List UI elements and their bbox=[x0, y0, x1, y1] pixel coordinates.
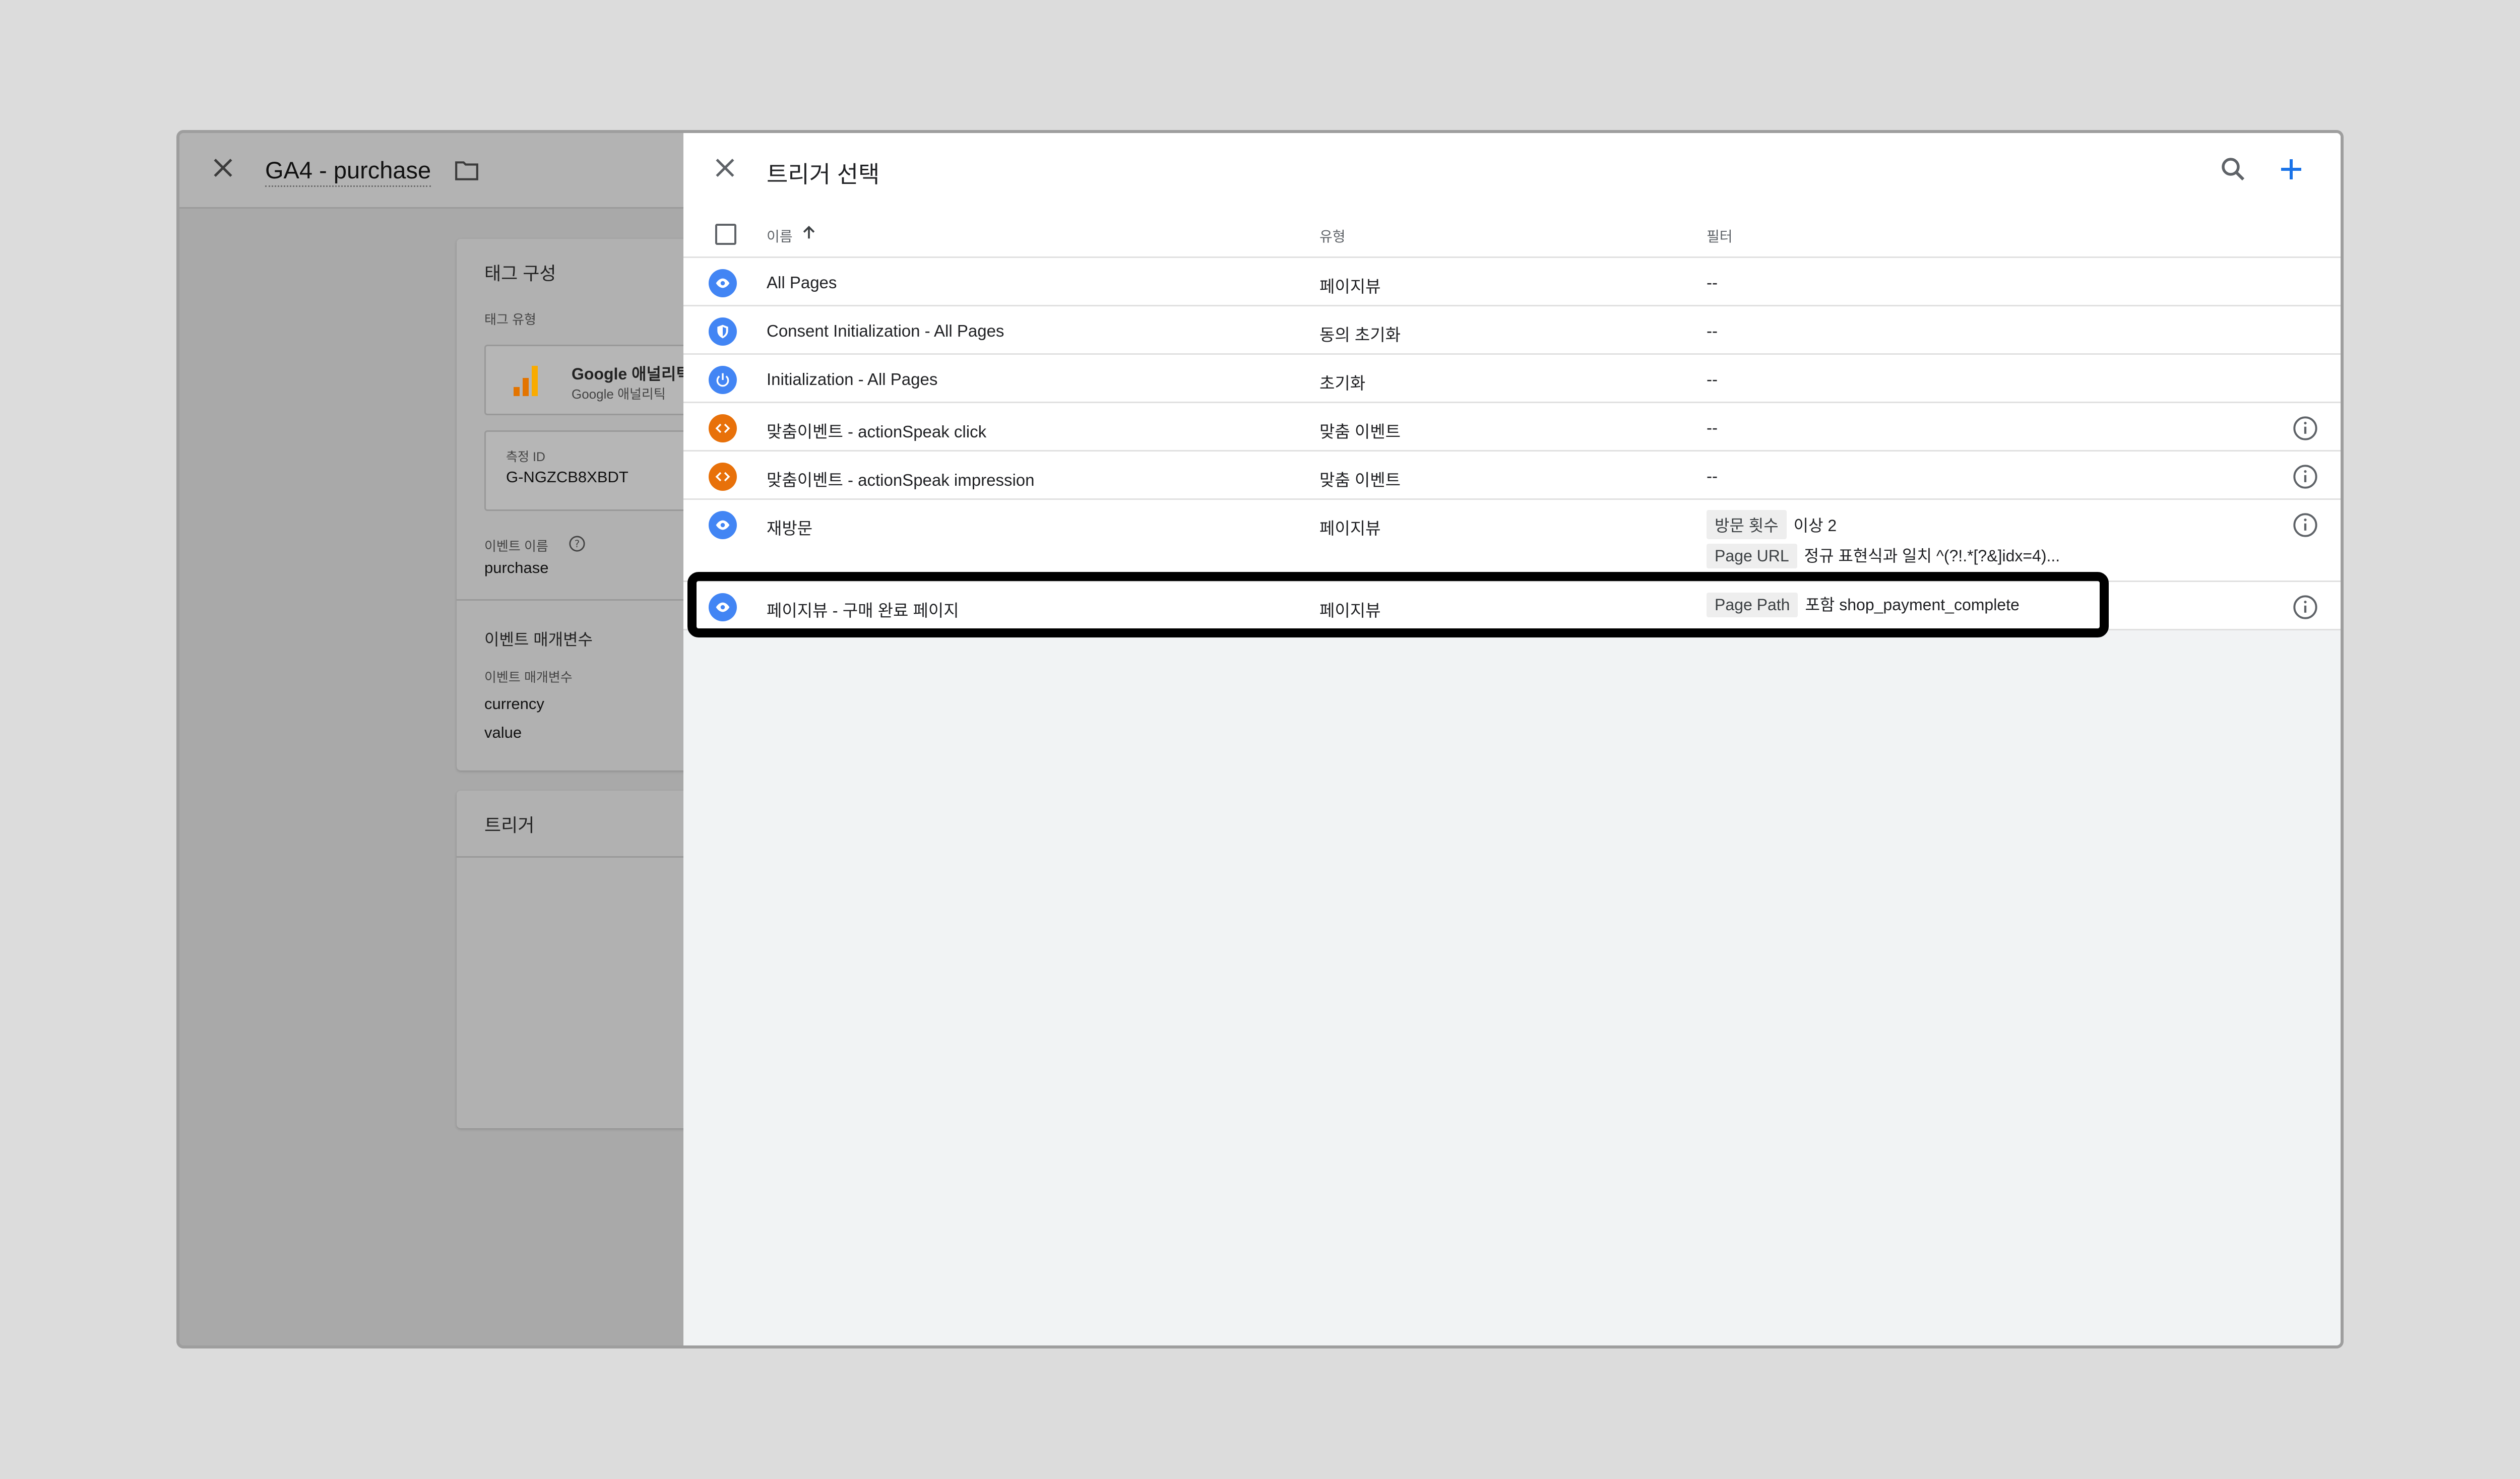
folder-icon[interactable] bbox=[454, 160, 479, 181]
trigger-filter: -- bbox=[1707, 467, 1718, 485]
filter-variable-chip: Page Path bbox=[1707, 593, 1798, 617]
filter-condition-text: 정규 표현식과 일치 ^(?!.*[?&]idx=4)... bbox=[1804, 547, 2060, 565]
code-icon bbox=[709, 463, 737, 491]
table-row[interactable]: All Pages 페이지뷰 -- bbox=[683, 258, 2341, 306]
power-icon bbox=[709, 366, 737, 394]
measurement-id-field[interactable]: 측정 ID G-NGZCB8XBDT bbox=[484, 430, 706, 511]
trigger-name: 재방문 bbox=[767, 519, 813, 538]
trigger-filter-condition: 방문 횟수 이상 2 bbox=[1707, 510, 1837, 539]
event-name-value: purchase bbox=[484, 559, 549, 576]
info-icon[interactable] bbox=[2292, 594, 2318, 620]
svg-text:?: ? bbox=[575, 538, 580, 550]
eye-icon bbox=[709, 511, 737, 539]
table-header: 이름 유형 필터 bbox=[683, 209, 2341, 258]
trigger-name: Initialization - All Pages bbox=[767, 370, 938, 389]
close-panel-icon[interactable] bbox=[713, 155, 738, 180]
divider bbox=[457, 856, 694, 858]
trigger-name: 맞춤이벤트 - actionSpeak impression bbox=[767, 471, 1035, 489]
trigger-filter: -- bbox=[1707, 273, 1718, 292]
arrow-up-icon[interactable] bbox=[800, 224, 817, 242]
table-row[interactable]: 페이지뷰 - 구매 완료 페이지 페이지뷰 Page Path 포함 shop_p… bbox=[683, 582, 2341, 630]
trigger-filter-condition: Page Path 포함 shop_payment_complete bbox=[1707, 592, 2020, 617]
filter-condition-text: 포함 shop_payment_complete bbox=[1805, 596, 2020, 614]
info-icon[interactable] bbox=[2292, 464, 2318, 490]
measurement-id-value: G-NGZCB8XBDT bbox=[506, 468, 628, 486]
trigger-type: 페이지뷰 bbox=[1319, 277, 1381, 296]
filter-condition-text: 이상 2 bbox=[1793, 517, 1837, 535]
column-name-header[interactable]: 이름 bbox=[767, 226, 793, 246]
select-all-checkbox[interactable] bbox=[715, 224, 736, 245]
trigger-filter: -- bbox=[1707, 418, 1718, 437]
trigger-type: 페이지뷰 bbox=[1319, 601, 1381, 620]
event-param-item: currency bbox=[484, 695, 544, 713]
measurement-id-label: 측정 ID bbox=[506, 450, 545, 464]
trigger-select-panel: 트리거 선택 이름 유형 필터 All Pages 페이지뷰 -- Consen… bbox=[683, 133, 2341, 1345]
event-name-label: 이벤트 이름 bbox=[484, 539, 548, 554]
tag-type-selector[interactable]: Google 애널리틱 Google 애널리틱 bbox=[484, 345, 706, 415]
tag-type-label: 태그 유형 bbox=[484, 312, 536, 327]
eye-icon bbox=[709, 593, 737, 621]
table-row[interactable]: 맞춤이벤트 - actionSpeak click 맞춤 이벤트 -- bbox=[683, 403, 2341, 452]
column-type-header[interactable]: 유형 bbox=[1319, 226, 1346, 246]
shield-icon bbox=[709, 317, 737, 346]
trigger-filter-condition: Page URL 정규 표현식과 일치 ^(?!.*[?&]idx=4)... bbox=[1707, 543, 2060, 568]
trigger-filter: -- bbox=[1707, 321, 1718, 340]
analytics-icon bbox=[514, 366, 538, 396]
eye-icon bbox=[709, 269, 737, 297]
trigger-type: 맞춤 이벤트 bbox=[1319, 422, 1401, 441]
table-row[interactable]: 맞춤이벤트 - actionSpeak impression 맞춤 이벤트 -- bbox=[683, 452, 2341, 500]
table-row[interactable]: 재방문 페이지뷰 방문 횟수 이상 2 Page URL 정규 표현식과 일치 ^(… bbox=[683, 500, 2341, 582]
search-icon[interactable] bbox=[2218, 154, 2248, 184]
filter-variable-chip: 방문 횟수 bbox=[1707, 510, 1787, 539]
trigger-type: 동의 초기화 bbox=[1319, 326, 1401, 344]
trigger-name: Consent Initialization - All Pages bbox=[767, 321, 1004, 340]
tag-config-card: 태그 구성 태그 유형 Google 애널리틱 Google 애널리틱 측정 I… bbox=[457, 239, 706, 770]
table-row[interactable]: Initialization - All Pages 초기화 -- bbox=[683, 355, 2341, 403]
info-icon[interactable] bbox=[2292, 415, 2318, 441]
tag-type-subtitle: Google 애널리틱 bbox=[572, 387, 666, 402]
tag-editor-header: GA4 - purchase bbox=[179, 133, 683, 209]
trigger-name: 페이지뷰 - 구매 완료 페이지 bbox=[767, 601, 959, 620]
filter-variable-chip: Page URL bbox=[1707, 544, 1797, 568]
trigger-filter: -- bbox=[1707, 370, 1718, 389]
close-icon[interactable] bbox=[211, 155, 236, 180]
info-icon[interactable] bbox=[2292, 512, 2318, 538]
trigger-name: All Pages bbox=[767, 273, 837, 292]
column-filter-header[interactable]: 필터 bbox=[1707, 226, 1733, 246]
divider bbox=[457, 599, 694, 601]
trigger-table: 이름 유형 필터 All Pages 페이지뷰 -- Consent Initi… bbox=[683, 209, 2341, 630]
event-params-label: 이벤트 매개변수 bbox=[484, 670, 573, 685]
trigger-type: 맞춤 이벤트 bbox=[1319, 471, 1401, 489]
app-window: GA4 - purchase 태그 구성 태그 유형 Google 애널리틱 G… bbox=[176, 130, 2344, 1348]
panel-header: 트리거 선택 bbox=[683, 133, 2341, 209]
tag-config-title: 태그 구성 bbox=[484, 263, 556, 284]
trigger-card: 트리거 bbox=[457, 791, 694, 1128]
trigger-name: 맞춤이벤트 - actionSpeak click bbox=[767, 422, 987, 441]
event-params-title: 이벤트 매개변수 bbox=[484, 630, 593, 649]
code-icon bbox=[709, 414, 737, 442]
panel-title: 트리거 선택 bbox=[767, 161, 880, 187]
help-icon[interactable]: ? bbox=[569, 535, 586, 552]
add-icon[interactable] bbox=[2276, 154, 2306, 184]
event-param-item: value bbox=[484, 724, 522, 741]
trigger-type: 초기화 bbox=[1319, 374, 1366, 393]
tag-type-name: Google 애널리틱 bbox=[572, 365, 691, 383]
tag-title[interactable]: GA4 - purchase bbox=[265, 157, 431, 187]
trigger-card-title: 트리거 bbox=[484, 815, 535, 835]
table-row[interactable]: Consent Initialization - All Pages 동의 초기… bbox=[683, 306, 2341, 355]
trigger-type: 페이지뷰 bbox=[1319, 519, 1381, 538]
